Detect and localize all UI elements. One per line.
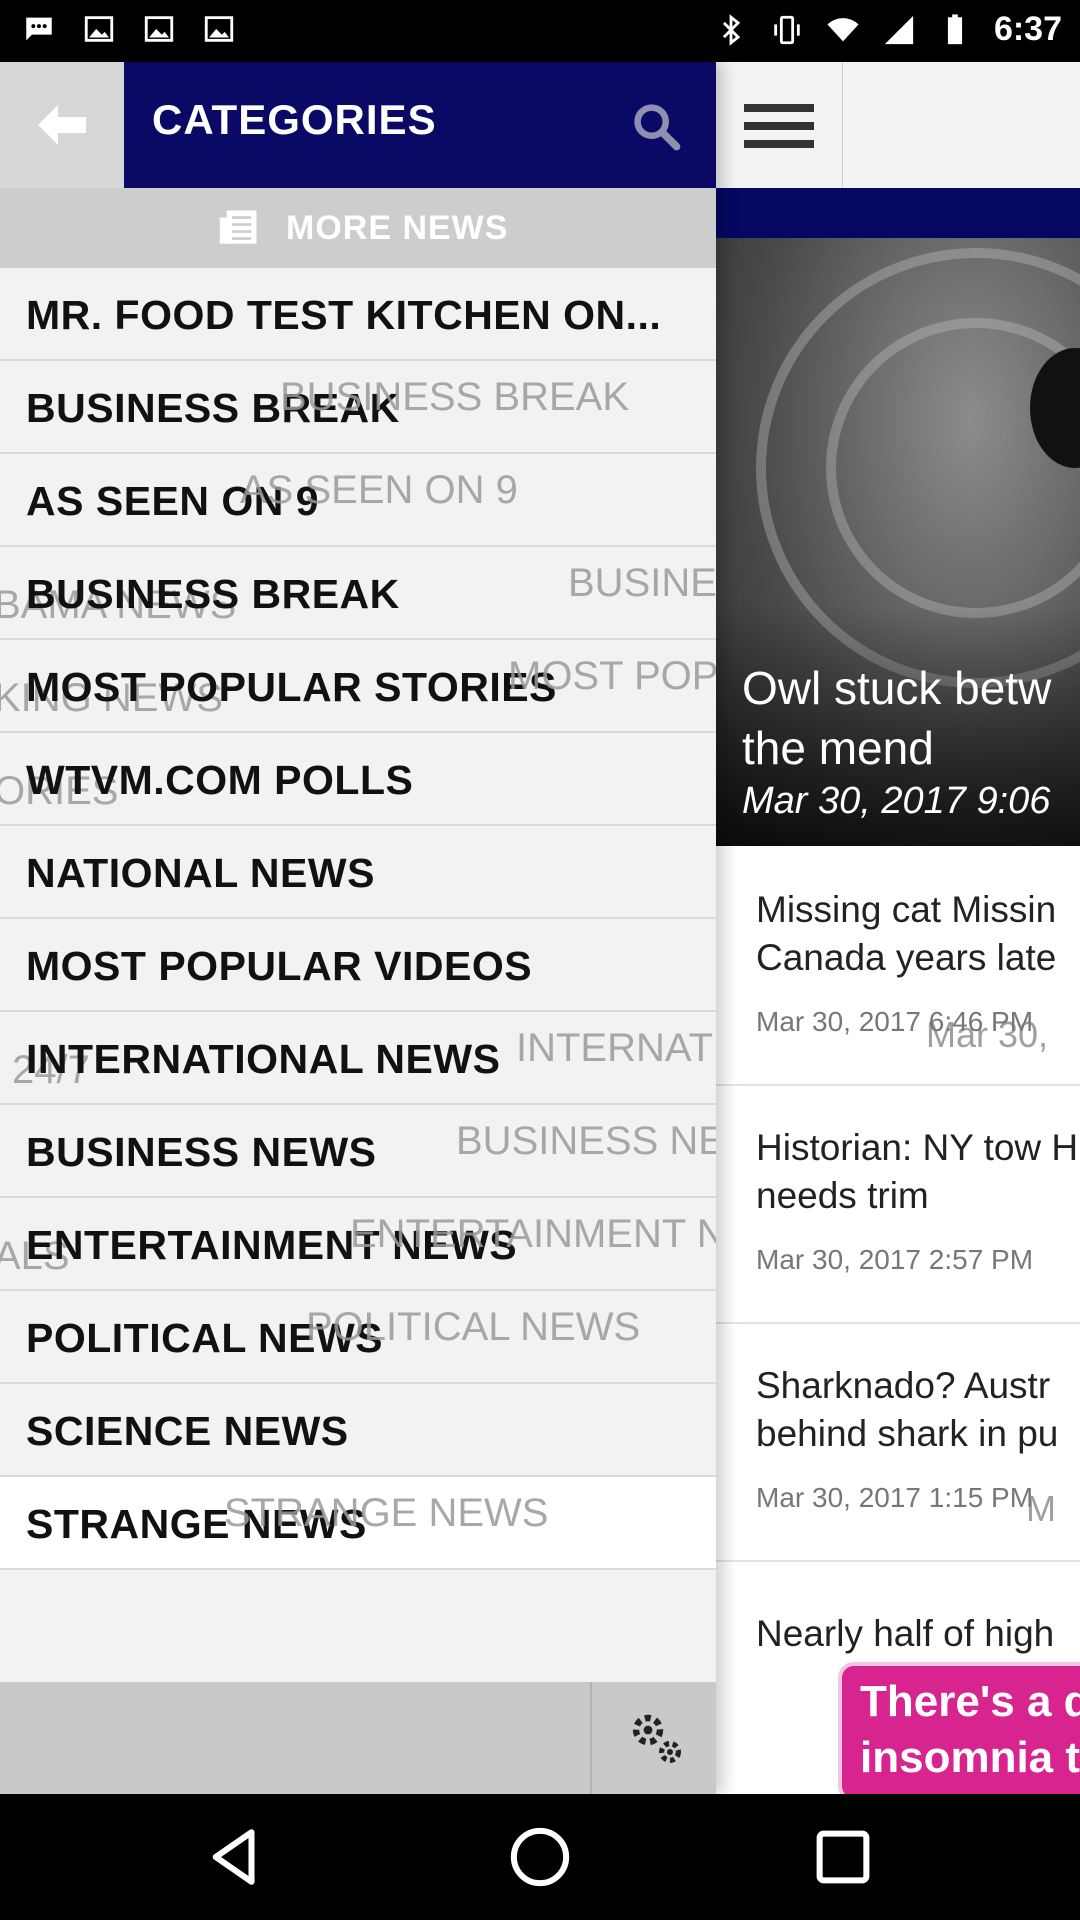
story-title: Sharknado? Austr behind shark in pu <box>756 1362 1080 1458</box>
category-item[interactable]: SCIENCE NEWS <box>0 1384 716 1477</box>
categories-drawer: CATEGORIES MORE NEWS MR. FOOD TEST KITCH… <box>0 62 716 1794</box>
status-bar: 6:37 <box>0 0 1080 62</box>
category-item[interactable]: NATIONAL NEWS <box>0 826 716 919</box>
story-date: Mar 30, 2017 2:57 PM <box>756 1244 1034 1275</box>
category-item[interactable]: AS SEEN ON 9 AS SEEN ON 9 <box>0 454 716 547</box>
category-item[interactable]: BUSINESS BREAK BUSINESS BREAK <box>0 361 716 454</box>
news-toolbar <box>716 62 1080 189</box>
category-label: INTERNATIONAL NEWS <box>26 1036 501 1082</box>
category-label: MOST POPULAR VIDEOS <box>26 943 533 989</box>
category-label: NATIONAL NEWS <box>26 850 375 896</box>
drawer-footer <box>0 1682 716 1794</box>
story-date-ghost: Mar 30, <box>926 1014 1049 1055</box>
hero-title: Owl stuck betw the mend <box>742 658 1080 778</box>
ad-line-2: insomnia tr <box>860 1733 1080 1782</box>
battery-icon <box>947 13 963 44</box>
story-title-line-1: Missing cat Missin <box>756 889 1057 930</box>
image-icon <box>84 16 114 42</box>
story-date: Mar 30, 2017 1:15 PM <box>756 1482 1034 1513</box>
news-feed-panel: Owl stuck betw the mend Mar 30, 2017 9:0… <box>716 62 1080 1794</box>
notification-icons <box>22 12 236 46</box>
category-item[interactable]: MR. FOOD TEST KITCHEN ON... <box>0 268 716 361</box>
hero-title-line-2: the mend <box>742 722 934 774</box>
story-item[interactable]: Missing cat Missin Canada years late Mar… <box>716 846 1080 1086</box>
hero-date-text: Mar 30, 2017 9:06 <box>742 780 1051 822</box>
nav-recents-icon[interactable] <box>810 1824 876 1890</box>
nav-back-icon[interactable] <box>202 1824 268 1890</box>
more-news-header: MORE NEWS <box>0 188 716 270</box>
news-header-band <box>716 188 1080 238</box>
story-title: Missing cat Missin Canada years late <box>756 886 1080 982</box>
category-list: MR. FOOD TEST KITCHEN ON... BUSINESS BRE… <box>0 268 716 1570</box>
ghost-text: MOST POPULAR STORIES <box>508 654 716 698</box>
category-item[interactable]: ORIES WTVM.COM POLLS <box>0 733 716 826</box>
ghost-text: INTERNATIONAL NEWS <box>516 1026 716 1070</box>
story-title-line-2: needs trim <box>756 1175 929 1216</box>
category-item[interactable]: 24/7 INTERNATIONAL NEWS INTERNATIONAL NE… <box>0 1012 716 1105</box>
story-item[interactable]: Sharknado? Austr behind shark in pu Mar … <box>716 1322 1080 1562</box>
vibrate-icon <box>774 15 800 44</box>
image-icon <box>204 16 234 42</box>
category-label: WTVM.COM POLLS <box>26 757 414 803</box>
settings-gear-icon[interactable] <box>626 1708 686 1768</box>
more-news-label: MORE NEWS <box>286 208 509 247</box>
hero-date: Mar 30, 2017 9:06 <box>742 780 1050 823</box>
drawer-title: CATEGORIES <box>152 96 437 143</box>
image-icon <box>144 16 174 42</box>
category-label: MR. FOOD TEST KITCHEN ON... <box>26 292 662 338</box>
drawer-header: CATEGORIES <box>124 62 716 188</box>
story-title: Historian: NY tow Historia needs trim <box>756 1124 1080 1220</box>
message-icon <box>26 17 52 41</box>
category-item-selected[interactable]: STRANGE NEWS STRANGE NEWS <box>0 1477 716 1570</box>
menu-icon <box>744 104 814 112</box>
category-item[interactable]: BAMA NEWS BUSINESS BREAK BUSINESS BREAK <box>0 547 716 640</box>
category-label: MOST POPULAR STORIES <box>26 664 557 710</box>
hero-story[interactable]: Owl stuck betw the mend Mar 30, 2017 9:0… <box>716 238 1080 846</box>
category-item[interactable]: POLITICAL NEWS POLITICAL NEWS <box>0 1291 716 1384</box>
wifi-icon <box>827 17 859 41</box>
category-item[interactable]: BUSINESS NEWS BUSINESS NEWS <box>0 1105 716 1198</box>
ad-banner[interactable]: There's a d insomnia tr <box>838 1662 1080 1794</box>
menu-button[interactable] <box>716 62 843 188</box>
newspaper-icon <box>219 210 257 244</box>
clock: 6:37 <box>993 10 1062 48</box>
story-title-line-1: Sharknado? Austr <box>756 1365 1051 1406</box>
ghost-text: STRANGE NEWS <box>224 1491 549 1535</box>
footer-divider <box>590 1682 592 1794</box>
story-title-line-1: Nearly half of high <box>756 1613 1055 1654</box>
ghost-text: AS SEEN ON 9 <box>240 468 518 512</box>
story-title-line-2: Canada years late <box>756 937 1057 978</box>
category-item[interactable]: ALS ENTERTAINMENT NEWS ENTERTAINMENT NEW… <box>0 1198 716 1291</box>
back-button[interactable] <box>0 62 124 188</box>
story-title-line-2: behind shark in pu <box>756 1413 1059 1454</box>
story-title: Nearly half of high <box>756 1610 1080 1658</box>
back-arrow-icon <box>38 105 86 145</box>
ghost-text: ENTERTAINMENT NEWS <box>350 1212 716 1256</box>
system-nav-bar <box>0 1794 1080 1920</box>
bluetooth-icon <box>722 13 741 46</box>
menu-icon-bar <box>744 122 814 130</box>
ghost-text: BUSINESS BREAK <box>280 375 630 419</box>
search-icon[interactable] <box>630 100 682 152</box>
category-label: BUSINESS NEWS <box>26 1129 377 1175</box>
category-item[interactable]: KING NEWS MOST POPULAR STORIES MOST POPU… <box>0 640 716 733</box>
ad-text: There's a d insomnia tr <box>860 1674 1080 1786</box>
category-item[interactable]: MOST POPULAR VIDEOS <box>0 919 716 1012</box>
story-date-ghost: M <box>1026 1488 1056 1529</box>
nav-home-icon[interactable] <box>507 1824 573 1890</box>
system-icons: 6:37 <box>714 10 1062 49</box>
ghost-text: POLITICAL NEWS <box>306 1305 641 1349</box>
ghost-text: BUSINESS BREAK <box>568 561 716 605</box>
category-label: BUSINESS BREAK <box>26 571 400 617</box>
category-label: SCIENCE NEWS <box>26 1408 349 1454</box>
ghost-text: BUSINESS NEWS <box>456 1119 716 1163</box>
hero-title-line-1: Owl stuck betw <box>742 662 1052 714</box>
story-title-line-1: Historian: NY tow Historia <box>756 1127 1080 1168</box>
signal-icon <box>884 15 914 44</box>
story-item[interactable]: Historian: NY tow Historia needs trim Ma… <box>716 1084 1080 1324</box>
ad-line-1: There's a d <box>860 1677 1080 1726</box>
menu-icon-bar <box>744 140 814 148</box>
